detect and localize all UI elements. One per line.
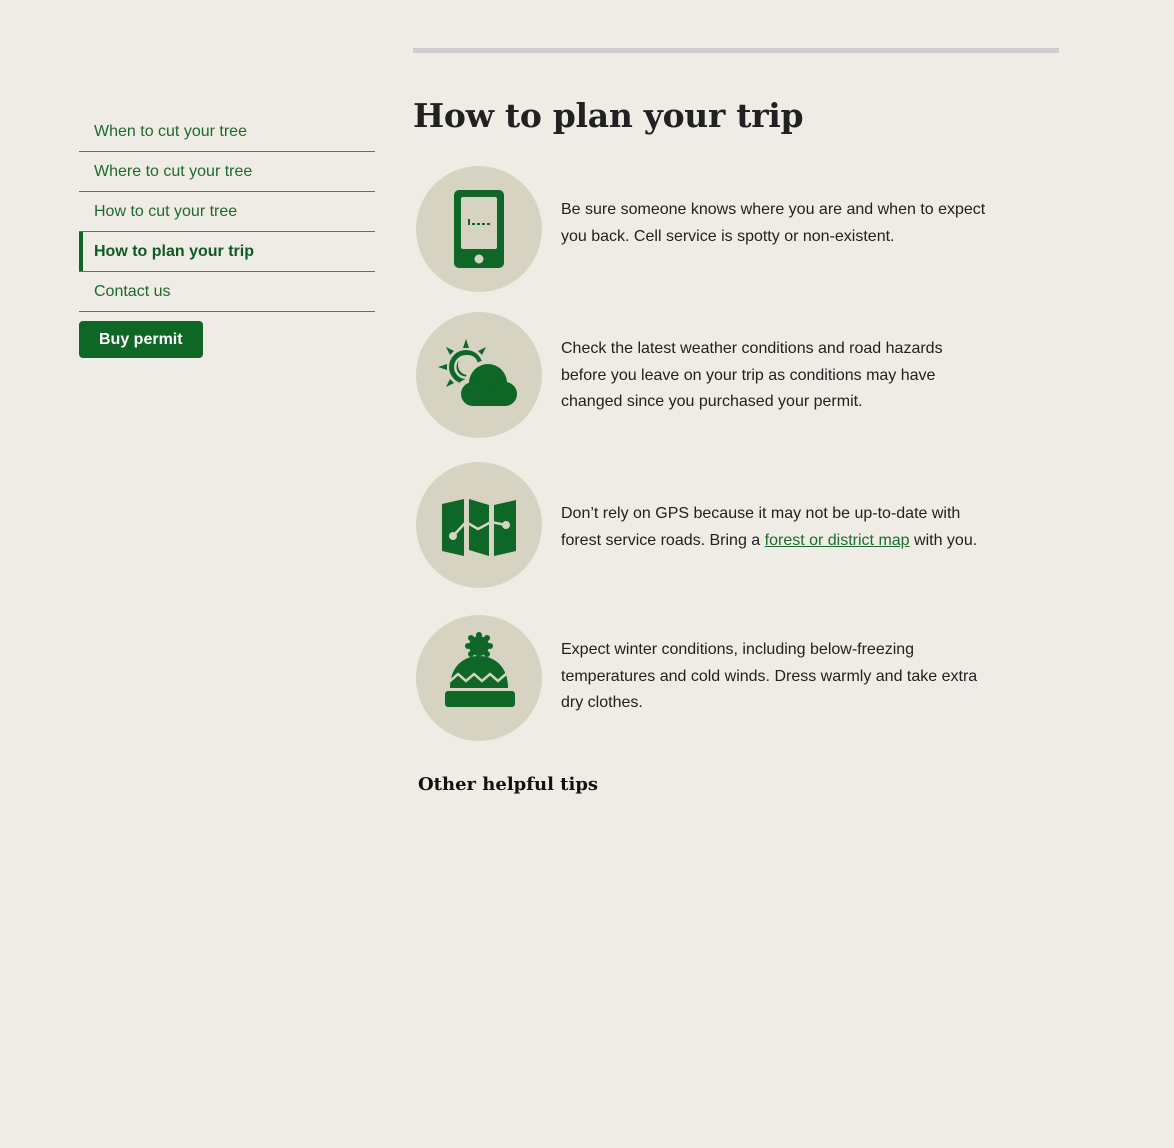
tip-text-after: with you. bbox=[909, 531, 978, 549]
sidebar-item-label: Contact us bbox=[94, 283, 171, 300]
tip-text: Check the latest weather conditions and … bbox=[561, 340, 943, 410]
tip-item: Don’t rely on GPS because it may not be … bbox=[416, 462, 1016, 588]
sidebar-item-contact-us[interactable]: Contact us bbox=[79, 272, 375, 312]
cell-phone-icon bbox=[416, 166, 542, 292]
sidebar-item-where-to-cut[interactable]: Where to cut your tree bbox=[79, 152, 375, 192]
tip-item: Expect winter conditions, including belo… bbox=[416, 615, 1016, 741]
tip-text: Expect winter conditions, including belo… bbox=[561, 641, 978, 711]
sidebar-item-plan-trip[interactable]: How to plan your trip bbox=[79, 232, 375, 272]
sun-cloud-icon bbox=[416, 312, 542, 438]
sidebar-nav: When to cut your tree Where to cut your … bbox=[79, 112, 375, 358]
tip-text: Don’t rely on GPS because it may not be … bbox=[561, 501, 991, 554]
buy-permit-button[interactable]: Buy permit bbox=[79, 321, 203, 358]
sidebar-item-label: How to plan your trip bbox=[94, 243, 254, 260]
section-heading-other-tips: Other helpful tips bbox=[418, 774, 599, 795]
sidebar-item-label: Where to cut your tree bbox=[94, 163, 253, 180]
sidebar-nav-list: When to cut your tree Where to cut your … bbox=[79, 112, 375, 312]
top-divider bbox=[413, 48, 1059, 53]
forest-map-link[interactable]: forest or district map bbox=[765, 532, 910, 549]
winter-hat-icon bbox=[416, 615, 542, 741]
tip-text: Be sure someone knows where you are and … bbox=[561, 201, 986, 245]
map-icon bbox=[416, 462, 542, 588]
sidebar-item-when-to-cut[interactable]: When to cut your tree bbox=[79, 112, 375, 152]
sidebar-item-label: How to cut your tree bbox=[94, 203, 238, 220]
page-title: How to plan your trip bbox=[413, 96, 804, 135]
sidebar-item-label: When to cut your tree bbox=[94, 123, 247, 140]
tip-item: Be sure someone knows where you are and … bbox=[416, 166, 1016, 292]
tip-item: Check the latest weather conditions and … bbox=[416, 312, 1016, 438]
sidebar-item-how-to-cut[interactable]: How to cut your tree bbox=[79, 192, 375, 232]
